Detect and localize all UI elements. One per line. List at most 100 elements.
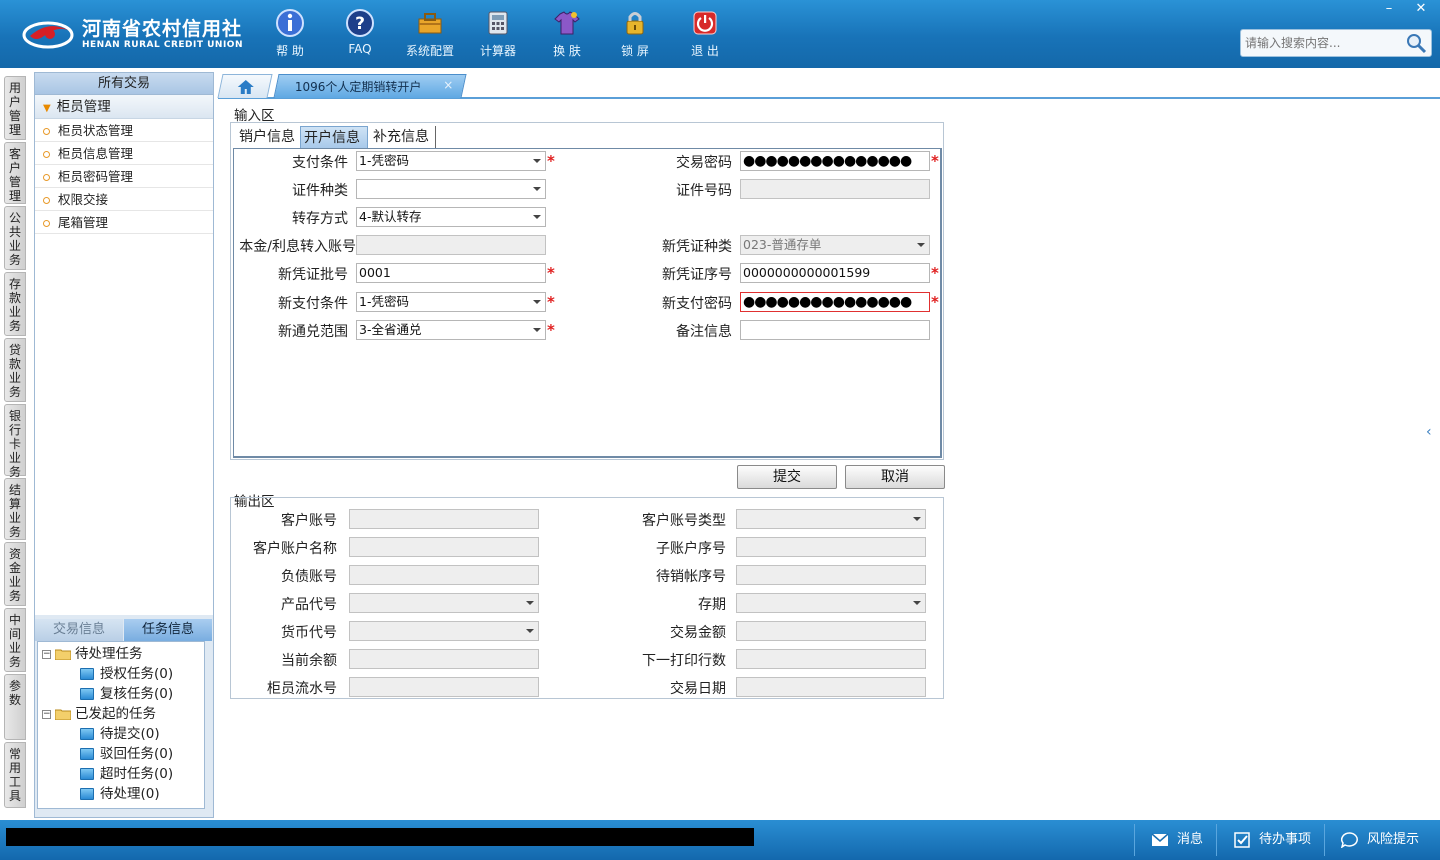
required-mark: * (931, 293, 939, 311)
tree-node-pending-tasks[interactable]: − 待处理任务 (42, 644, 143, 664)
currency-code-select (349, 621, 539, 641)
faq-button[interactable]: ? FAQ (327, 8, 393, 62)
menu-item-permission-handover[interactable]: 权限交接 (35, 188, 213, 211)
vtab-parameters[interactable]: 参数 (4, 674, 26, 740)
search-input[interactable] (1245, 33, 1405, 53)
search-box (1240, 29, 1432, 57)
menu-item-label: 权限交接 (58, 192, 109, 207)
system-config-button[interactable]: 系统配置 (397, 8, 463, 62)
menu-item-label: 柜员信息管理 (58, 146, 134, 161)
tree-node-to-process[interactable]: 待处理(0) (80, 784, 160, 804)
new-payment-condition-select[interactable]: 1-凭密码 (356, 292, 546, 312)
transaction-panel: 所有交易 ▼ 柜员管理 柜员状态管理 柜员信息管理 柜员密码管理 权限交接 尾箱管… (34, 72, 214, 818)
skin-button[interactable]: 换 肤 (534, 8, 600, 62)
risk-alert-button[interactable]: 风险提示 (1324, 824, 1436, 856)
payment-condition-label: 支付条件 (292, 155, 348, 171)
lock-screen-button[interactable]: 锁 屏 (602, 8, 668, 62)
tree-node-label: 超时任务(0) (100, 766, 174, 782)
vtab-common-tools[interactable]: 常用工具 (4, 742, 26, 808)
next-print-line-label: 下一打印行数 (642, 653, 726, 669)
vtab-bank-card-business[interactable]: 银行卡业务 (4, 404, 26, 479)
tab-supplementary-info[interactable]: 补充信息 (370, 126, 436, 148)
menu-item-teller-password[interactable]: 柜员密码管理 (35, 165, 213, 188)
tree-node-initiated-tasks[interactable]: − 已发起的任务 (42, 704, 156, 724)
close-window-button[interactable]: ✕ (1406, 0, 1436, 18)
bullet-icon (43, 220, 50, 227)
todo-button[interactable]: 待办事项 (1216, 824, 1322, 856)
collapse-toggle-icon[interactable]: − (42, 649, 51, 659)
collapse-toggle-icon[interactable]: − (42, 709, 51, 719)
vtab-loan-business[interactable]: 贷款业务 (4, 338, 26, 402)
tree-node-auth-tasks[interactable]: 授权任务(0) (80, 664, 173, 684)
risk-alert-label: 风险提示 (1367, 832, 1420, 847)
folder-icon (55, 649, 71, 660)
new-payment-password-input[interactable]: ●●●●●●●●●●●●●●● (740, 292, 930, 312)
menu-item-teller-status[interactable]: 柜员状态管理 (35, 119, 213, 142)
vtab-deposit-business[interactable]: 存款业务 (4, 272, 26, 336)
transaction-date-label: 交易日期 (670, 681, 726, 697)
tab-1096-transaction[interactable]: 1096个人定期销转开户 × (273, 74, 467, 98)
transaction-password-input[interactable]: ●●●●●●●●●●●●●●● (740, 151, 930, 171)
vtab-customer-management[interactable]: 客户管理 (4, 142, 26, 204)
cancel-button[interactable]: 取消 (845, 465, 945, 489)
status-message-area (6, 828, 754, 846)
chevron-down-icon (526, 629, 534, 633)
new-voucher-serial-input[interactable]: 0000000000001599 (740, 263, 930, 283)
transaction-amount-field (736, 621, 926, 641)
select-value: 4-默认转存 (359, 209, 422, 224)
search-icon[interactable] (1405, 32, 1427, 54)
chevron-down-icon (526, 601, 534, 605)
transaction-date-field (736, 677, 926, 697)
new-payment-condition-label: 新支付条件 (278, 296, 348, 312)
tree-node-to-submit[interactable]: 待提交(0) (80, 724, 160, 744)
task-file-icon (80, 748, 94, 760)
tree-node-rejected[interactable]: 驳回任务(0) (80, 744, 173, 764)
new-voucher-batch-input[interactable]: 0001 (356, 263, 546, 283)
collapse-arrow-icon[interactable]: ‹ (1426, 424, 1438, 464)
help-button[interactable]: 帮 助 (257, 8, 323, 62)
question-icon: ? (346, 9, 374, 37)
tree-node-review-tasks[interactable]: 复核任务(0) (80, 684, 173, 704)
transaction-list: 柜员状态管理 柜员信息管理 柜员密码管理 权限交接 尾箱管理 (35, 119, 213, 615)
id-type-label: 证件种类 (292, 183, 348, 199)
tab-transaction-info[interactable]: 交易信息 (35, 619, 123, 641)
logo-text-en: HENAN RURAL CREDIT UNION (82, 40, 243, 50)
exit-button[interactable]: 退 出 (672, 8, 738, 62)
customer-account-type-label: 客户账号类型 (642, 513, 726, 529)
rollover-method-select[interactable]: 4-默认转存 (356, 207, 546, 227)
remarks-input[interactable] (740, 320, 930, 340)
faq-label: FAQ (348, 42, 372, 56)
vtab-fund-business[interactable]: 资金业务 (4, 542, 26, 606)
home-tab[interactable] (217, 74, 273, 98)
vtab-public-business[interactable]: 公共业务 (4, 206, 26, 270)
product-code-select (349, 593, 539, 613)
chevron-down-icon (913, 517, 921, 521)
task-file-icon (80, 688, 94, 700)
sub-account-serial-label: 子账户序号 (656, 541, 726, 557)
vtab-settlement-business[interactable]: 结算业务 (4, 478, 26, 540)
task-file-icon (80, 728, 94, 740)
panel-title: 所有交易 (35, 73, 213, 95)
tab-open-account-info[interactable]: 开户信息 (300, 126, 368, 148)
messages-label: 消息 (1177, 832, 1204, 847)
tab-task-info[interactable]: 任务信息 (124, 619, 212, 641)
transaction-password-label: 交易密码 (676, 155, 732, 171)
menu-item-teller-info[interactable]: 柜员信息管理 (35, 142, 213, 165)
tab-close-account-info[interactable]: 销户信息 (236, 126, 300, 148)
payment-condition-select[interactable]: 1-凭密码 (356, 151, 546, 171)
vtab-user-management[interactable]: 用户管理 (4, 76, 26, 140)
id-number-label: 证件号码 (676, 183, 732, 199)
messages-button[interactable]: 消息 (1134, 824, 1214, 856)
menu-item-cash-box[interactable]: 尾箱管理 (35, 211, 213, 234)
tree-node-timeout[interactable]: 超时任务(0) (80, 764, 173, 784)
new-exchange-scope-select[interactable]: 3-全省通兑 (356, 320, 546, 340)
todo-label: 待办事项 (1259, 832, 1312, 847)
customer-account-name-field (349, 537, 539, 557)
group-teller-management[interactable]: ▼ 柜员管理 (35, 95, 213, 119)
calculator-button[interactable]: 计算器 (465, 8, 531, 62)
tab-close-icon[interactable]: × (443, 78, 453, 92)
id-type-select[interactable] (356, 179, 546, 199)
submit-button[interactable]: 提交 (737, 465, 837, 489)
vtab-intermediary-business[interactable]: 中间业务 (4, 608, 26, 672)
minimize-button[interactable]: – (1374, 0, 1404, 18)
